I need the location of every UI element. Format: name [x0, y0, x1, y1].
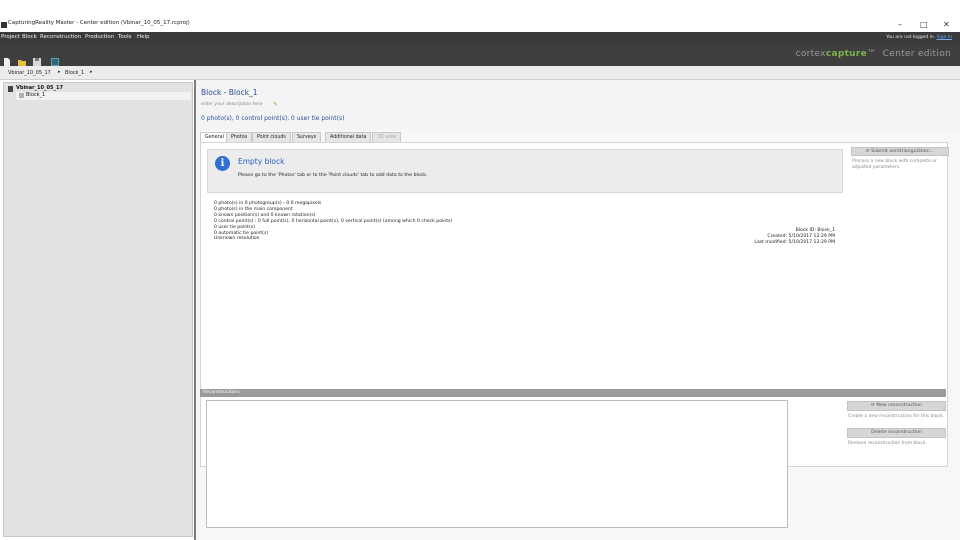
page-title: Block - Block_1	[201, 88, 258, 97]
new-reconstruction-button[interactable]: ⟳ New reconstruction	[847, 401, 946, 411]
block-statistics: 0 photo(s) in 0 photogroup(s) - 0.0 mega…	[214, 201, 452, 242]
menu-tools[interactable]: Tools	[118, 34, 132, 40]
sign-in-link[interactable]: Sign in	[937, 35, 952, 40]
submit-aerotriangulation-note: Process a new block with complete or adj…	[852, 159, 937, 170]
tree-item-block[interactable]: Block_1	[16, 92, 191, 100]
tab-point-clouds[interactable]: Point clouds	[252, 132, 291, 142]
brand-tm: ™	[867, 49, 877, 59]
new-reconstruction-label: New reconstruction	[876, 403, 922, 408]
created-date: Created: 5/10/2017 12:29 PM	[767, 233, 835, 239]
notice-message: Please go to the 'Photos' tab or to the …	[238, 173, 428, 178]
reconstructions-title: Reconstructions	[203, 390, 240, 395]
toolbar: cortexcapture™ Center edition	[0, 44, 960, 66]
tab-general[interactable]: General	[200, 132, 229, 142]
block-icon	[19, 93, 24, 98]
delete-reconstruction-button[interactable]: Delete reconstruction	[847, 428, 946, 438]
application-window: CapturingReality Master - Center edition…	[0, 0, 960, 540]
tree-item-block-label: Block_1	[26, 92, 46, 98]
block-summary: 0 photo(s), 0 control point(s), 0 user t…	[201, 115, 345, 122]
login-status: You are not logged in. Sign in	[886, 35, 952, 40]
last-modified-date: Last modified: 5/10/2017 12:29 PM	[754, 239, 835, 245]
empty-block-notice: i Empty block Please go to the 'Photos' …	[207, 149, 843, 193]
reconstructions-list[interactable]	[206, 400, 788, 528]
brand-logo: cortexcapture™ Center edition	[796, 49, 951, 59]
menu-project[interactable]: Project	[1, 34, 20, 40]
block-metadata: Block ID: Block_1 Created: 5/10/2017 12:…	[754, 228, 835, 245]
description-field[interactable]: enter your description here	[201, 102, 263, 107]
info-icon: i	[215, 156, 230, 171]
new-project-icon[interactable]	[3, 51, 11, 66]
menu-help[interactable]: Help	[137, 34, 150, 40]
image-icon[interactable]	[51, 51, 59, 66]
title-bar: CapturingReality Master - Center edition…	[0, 18, 960, 32]
tab-additional-data[interactable]: Additional data	[325, 132, 372, 142]
minimize-button[interactable]: –	[898, 19, 902, 31]
tab-3d-view: 3D view	[372, 132, 402, 142]
submit-aerotriangulation-button[interactable]: ⟳ Submit aerotriangulation...	[851, 147, 949, 156]
project-tree: Vbinar_10_05_17 Block_1	[3, 82, 193, 537]
delete-reconstruction-note: Remove reconstruction from block.	[848, 441, 927, 446]
tab-photos[interactable]: Photos	[226, 132, 253, 142]
window-title: CapturingReality Master - Center edition…	[8, 20, 190, 26]
breadcrumb-separator[interactable]: ▸	[90, 69, 93, 75]
login-text: You are not logged in.	[886, 35, 936, 40]
block-panel: Block - Block_1 enter your description h…	[196, 80, 960, 540]
breadcrumb-project[interactable]: Vbinar_10_05_17	[8, 70, 51, 76]
maximize-button[interactable]: □	[920, 19, 928, 31]
close-button[interactable]: ✕	[943, 19, 950, 31]
brand-accent: capture	[825, 49, 868, 59]
stat-control-points: 0 control point(s) : 0 full point(s), 0 …	[214, 218, 453, 224]
reconstructions-header: Reconstructions	[200, 389, 946, 397]
block-header: Block - Block_1 enter your description h…	[196, 80, 960, 130]
menu-reconstruction[interactable]: Reconstruction	[40, 34, 81, 40]
edit-pencil-icon[interactable]: ✎	[273, 101, 278, 108]
tab-surveys[interactable]: Surveys	[292, 132, 322, 142]
project-file-icon	[8, 86, 13, 92]
brand-edition: Center edition	[882, 49, 951, 59]
breadcrumb-separator: ▸	[58, 69, 61, 75]
tree-item-project-label: Vbinar_10_05_17	[16, 85, 63, 91]
open-project-icon[interactable]	[18, 51, 26, 66]
app-icon	[1, 22, 7, 28]
breadcrumb: Vbinar_10_05_17 ▸ Block_1 ▸	[0, 66, 960, 80]
menu-bar: Project Block Reconstruction Production …	[0, 32, 960, 44]
stat-resolution: Unknown resolution	[214, 236, 260, 242]
submit-aerotriangulation-label: Submit aerotriangulation...	[871, 149, 935, 154]
new-reconstruction-note: Create a new reconstruction for this blo…	[848, 414, 944, 419]
brand-prefix: cortex	[795, 49, 826, 59]
breadcrumb-block[interactable]: Block_1	[65, 70, 84, 76]
notice-title: Empty block	[238, 157, 285, 166]
delete-reconstruction-label: Delete reconstruction	[871, 430, 922, 435]
menu-production[interactable]: Production	[85, 34, 114, 40]
menu-block[interactable]: Block	[22, 34, 37, 40]
save-icon[interactable]	[33, 51, 41, 66]
